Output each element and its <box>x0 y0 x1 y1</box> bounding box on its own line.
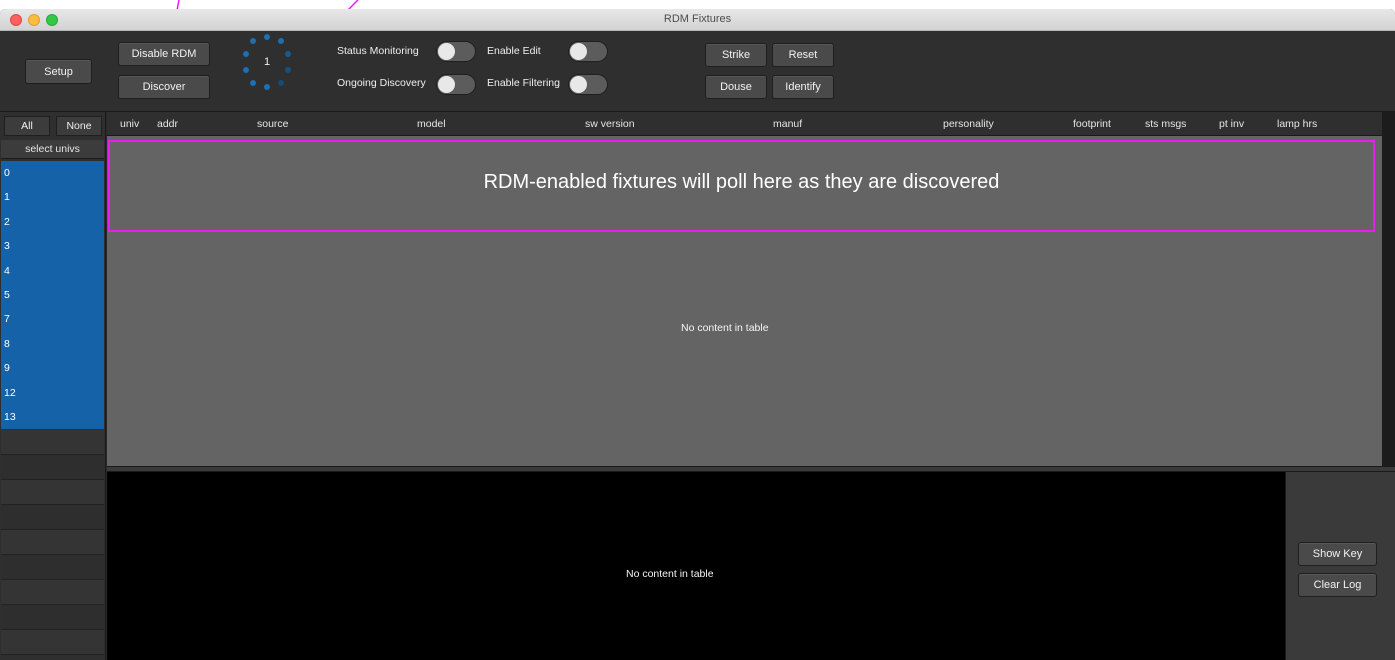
enable-edit-label: Enable Edit <box>487 45 541 57</box>
ongoing-discovery-label: Ongoing Discovery <box>337 77 426 89</box>
rdm-fixtures-window: RDM Fixtures Setup Disable RDM Discover … <box>0 9 1395 660</box>
log-table-empty-message: No content in table <box>626 568 714 580</box>
toggle-knob <box>438 43 455 60</box>
spinner-dot <box>250 38 256 44</box>
enable-filtering-label: Enable Filtering <box>487 77 560 89</box>
select-none-button[interactable]: None <box>56 116 102 136</box>
universe-item[interactable]: 1 <box>1 185 104 209</box>
setup-button[interactable]: Setup <box>25 59 92 84</box>
universe-sidebar: All None select univs 0 1 2 3 4 5 7 8 9 … <box>0 112 106 660</box>
fixture-table-header: univ addr source model sw version manuf … <box>107 112 1382 136</box>
toolbar: Setup Disable RDM Discover 1 Status Moni… <box>0 31 1395 112</box>
universe-item[interactable]: 13 <box>1 405 104 429</box>
clear-log-button[interactable]: Clear Log <box>1298 573 1377 597</box>
universe-item[interactable]: 5 <box>1 283 104 307</box>
column-header-footprint[interactable]: footprint <box>1073 118 1111 130</box>
status-monitoring-label: Status Monitoring <box>337 45 419 57</box>
toggle-knob <box>570 76 587 93</box>
empty-row <box>1 505 104 530</box>
table-scroll-gutter <box>1382 112 1395 466</box>
universe-item[interactable]: 0 <box>1 161 104 185</box>
column-header-sts-msgs[interactable]: sts msgs <box>1145 118 1186 130</box>
empty-row <box>1 480 104 505</box>
column-header-sw-version[interactable]: sw version <box>585 118 635 130</box>
universe-item[interactable]: 2 <box>1 210 104 234</box>
universe-item[interactable]: 7 <box>1 307 104 331</box>
column-header-addr[interactable]: addr <box>157 118 178 130</box>
title-bar: RDM Fixtures <box>0 9 1395 31</box>
annotation-callout-text: RDM-enabled fixtures will poll here as t… <box>483 171 1000 193</box>
universe-item[interactable]: 12 <box>1 381 104 405</box>
spinner-count: 1 <box>263 56 271 68</box>
column-header-pt-inv[interactable]: pt inv <box>1219 118 1244 130</box>
reset-button[interactable]: Reset <box>772 43 834 67</box>
column-header-personality[interactable]: personality <box>943 118 994 130</box>
universe-list[interactable]: 0 1 2 3 4 5 7 8 9 12 13 <box>1 161 104 429</box>
empty-row <box>1 580 104 605</box>
empty-row <box>1 455 104 480</box>
spinner-dot <box>264 34 270 40</box>
identify-button[interactable]: Identify <box>772 75 834 99</box>
show-key-button[interactable]: Show Key <box>1298 542 1377 566</box>
empty-row <box>1 430 104 455</box>
annotation-callout-box: RDM-enabled fixtures will poll here as t… <box>108 140 1375 232</box>
spinner-dot <box>250 80 256 86</box>
empty-row <box>1 630 104 655</box>
ongoing-discovery-toggle[interactable] <box>436 74 476 95</box>
enable-filtering-toggle[interactable] <box>568 74 608 95</box>
disable-rdm-button[interactable]: Disable RDM <box>118 42 210 66</box>
select-univs-header: select univs <box>1 140 104 159</box>
universe-item[interactable]: 9 <box>1 356 104 380</box>
select-all-button[interactable]: All <box>4 116 50 136</box>
empty-row <box>1 605 104 630</box>
empty-row <box>1 530 104 555</box>
column-header-manuf[interactable]: manuf <box>773 118 802 130</box>
universe-item[interactable]: 3 <box>1 234 104 258</box>
spinner-dot <box>264 84 270 90</box>
discovery-spinner: 1 <box>238 34 296 92</box>
enable-edit-toggle[interactable] <box>568 41 608 62</box>
toggle-knob <box>438 76 455 93</box>
column-header-model[interactable]: model <box>417 118 446 130</box>
column-header-univ[interactable]: univ <box>120 118 139 130</box>
strike-button[interactable]: Strike <box>705 43 767 67</box>
universe-item[interactable]: 4 <box>1 259 104 283</box>
fixture-table-empty-message: No content in table <box>681 322 769 334</box>
universe-list-empty-rows <box>1 430 104 660</box>
spinner-dot <box>278 38 284 44</box>
toggle-knob <box>570 43 587 60</box>
douse-button[interactable]: Douse <box>705 75 767 99</box>
column-header-lamp-hrs[interactable]: lamp hrs <box>1277 118 1317 130</box>
log-controls: Show Key Clear Log <box>1285 472 1395 660</box>
status-monitoring-toggle[interactable] <box>436 41 476 62</box>
spinner-dot <box>278 80 284 86</box>
universe-item[interactable]: 8 <box>1 332 104 356</box>
discover-button[interactable]: Discover <box>118 75 210 99</box>
column-header-source[interactable]: source <box>257 118 289 130</box>
window-title: RDM Fixtures <box>663 13 732 25</box>
log-table[interactable]: No content in table <box>107 472 1285 660</box>
empty-row <box>1 555 104 580</box>
